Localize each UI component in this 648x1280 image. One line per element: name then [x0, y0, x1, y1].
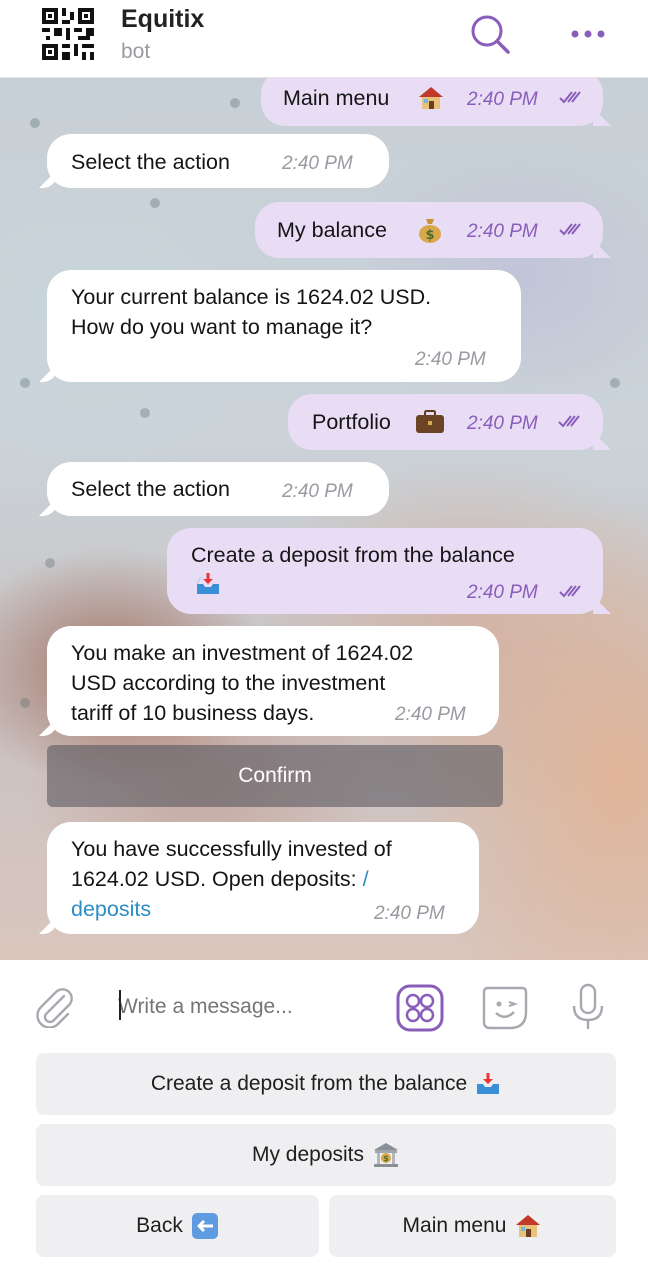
incoming-message: You make an investment of 1624.02 USD ac…	[39, 626, 499, 736]
keyboard-button-back[interactable]: Back	[36, 1195, 319, 1257]
deposits-command-link[interactable]: deposits	[71, 894, 151, 924]
button-label: Back	[136, 1214, 183, 1237]
incoming-message: Your current balance is 1624.02 USD. How…	[39, 270, 521, 382]
chat-history[interactable]: Main menu 2:40 PM Select the action 2:40…	[0, 78, 648, 960]
emoji-icon[interactable]	[480, 982, 530, 1032]
search-icon[interactable]	[468, 12, 512, 56]
message-time: 2:40 PM	[467, 413, 538, 434]
keyboard-button-main-menu[interactable]: Main menu	[329, 1195, 616, 1257]
microphone-icon[interactable]	[570, 982, 606, 1032]
svg-text:$: $	[425, 228, 434, 243]
message-input[interactable]	[118, 990, 378, 1024]
incoming-message: You have successfully invested of 1624.0…	[39, 822, 479, 934]
inbox-tray-icon	[477, 1073, 500, 1094]
svg-text:$: $	[383, 1154, 389, 1163]
message-text-line: How do you want to manage it?	[71, 315, 373, 339]
message-text-line: 1624.02 USD. Open deposits:	[71, 867, 357, 891]
message-time: 2:40 PM	[282, 481, 353, 502]
message-text: Select the action	[71, 477, 230, 501]
bank-icon: $	[374, 1143, 399, 1167]
chat-subtitle: bot	[121, 40, 151, 63]
inbox-tray-icon	[196, 573, 219, 594]
message-text-line: You have successfully invested of	[71, 837, 392, 861]
chat-header: Equitix bot	[0, 0, 648, 78]
message-time: 2:40 PM	[415, 349, 486, 370]
double-check-icon	[558, 415, 580, 428]
confirm-button[interactable]: Confirm	[47, 745, 503, 807]
outgoing-message: Create a deposit from the balance 2:40 P…	[167, 528, 611, 614]
button-label: Main menu	[402, 1214, 507, 1237]
message-time: 2:40 PM	[374, 903, 445, 924]
keyboard-button-create-deposit[interactable]: Create a deposit from the balance	[36, 1053, 616, 1115]
message-text: Select the action	[71, 150, 230, 174]
message-text-line: tariff of 10 business days.	[71, 701, 315, 725]
outgoing-message: My balance $ 2:40 PM	[255, 202, 611, 258]
stickers-icon[interactable]	[396, 984, 444, 1032]
message-time: 2:40 PM	[395, 704, 466, 725]
outgoing-message: Portfolio 2:40 PM	[288, 394, 611, 450]
message-text: Portfolio	[312, 410, 391, 434]
outgoing-message: Main menu 2:40 PM	[261, 78, 611, 126]
incoming-message: Select the action 2:40 PM	[39, 462, 389, 516]
incoming-message: Select the action 2:40 PM	[39, 134, 389, 188]
more-icon[interactable]	[568, 22, 608, 46]
button-label: My deposits	[251, 1143, 365, 1166]
paperclip-icon[interactable]	[34, 986, 76, 1028]
double-check-icon	[559, 91, 581, 104]
message-time: 2:40 PM	[467, 582, 538, 603]
message-text: Create a deposit from the balance	[191, 543, 515, 567]
double-check-icon	[559, 223, 581, 236]
qr-code-icon[interactable]	[42, 8, 94, 60]
message-text: My balance	[277, 218, 387, 242]
message-text-line: USD according to the investment	[71, 671, 386, 695]
keyboard-button-my-deposits[interactable]: My deposits $	[36, 1124, 616, 1186]
message-text-line: You make an investment of 1624.02	[71, 641, 414, 665]
text-cursor	[119, 990, 121, 1020]
deposits-command-slash[interactable]: /	[363, 867, 369, 891]
message-time: 2:40 PM	[467, 221, 538, 242]
house-icon	[419, 87, 443, 109]
message-time: 2:40 PM	[282, 153, 353, 174]
briefcase-icon	[416, 410, 444, 433]
chat-title[interactable]: Equitix	[121, 5, 204, 34]
house-icon	[516, 1215, 541, 1237]
double-check-icon	[559, 585, 581, 598]
back-arrow-icon	[191, 1213, 218, 1239]
message-text: Main menu	[283, 86, 390, 110]
money-bag-icon: $	[419, 219, 441, 243]
button-label: Create a deposit from the balance	[150, 1072, 468, 1095]
message-time: 2:40 PM	[467, 89, 538, 110]
message-text-line: Your current balance is 1624.02 USD.	[71, 285, 432, 309]
